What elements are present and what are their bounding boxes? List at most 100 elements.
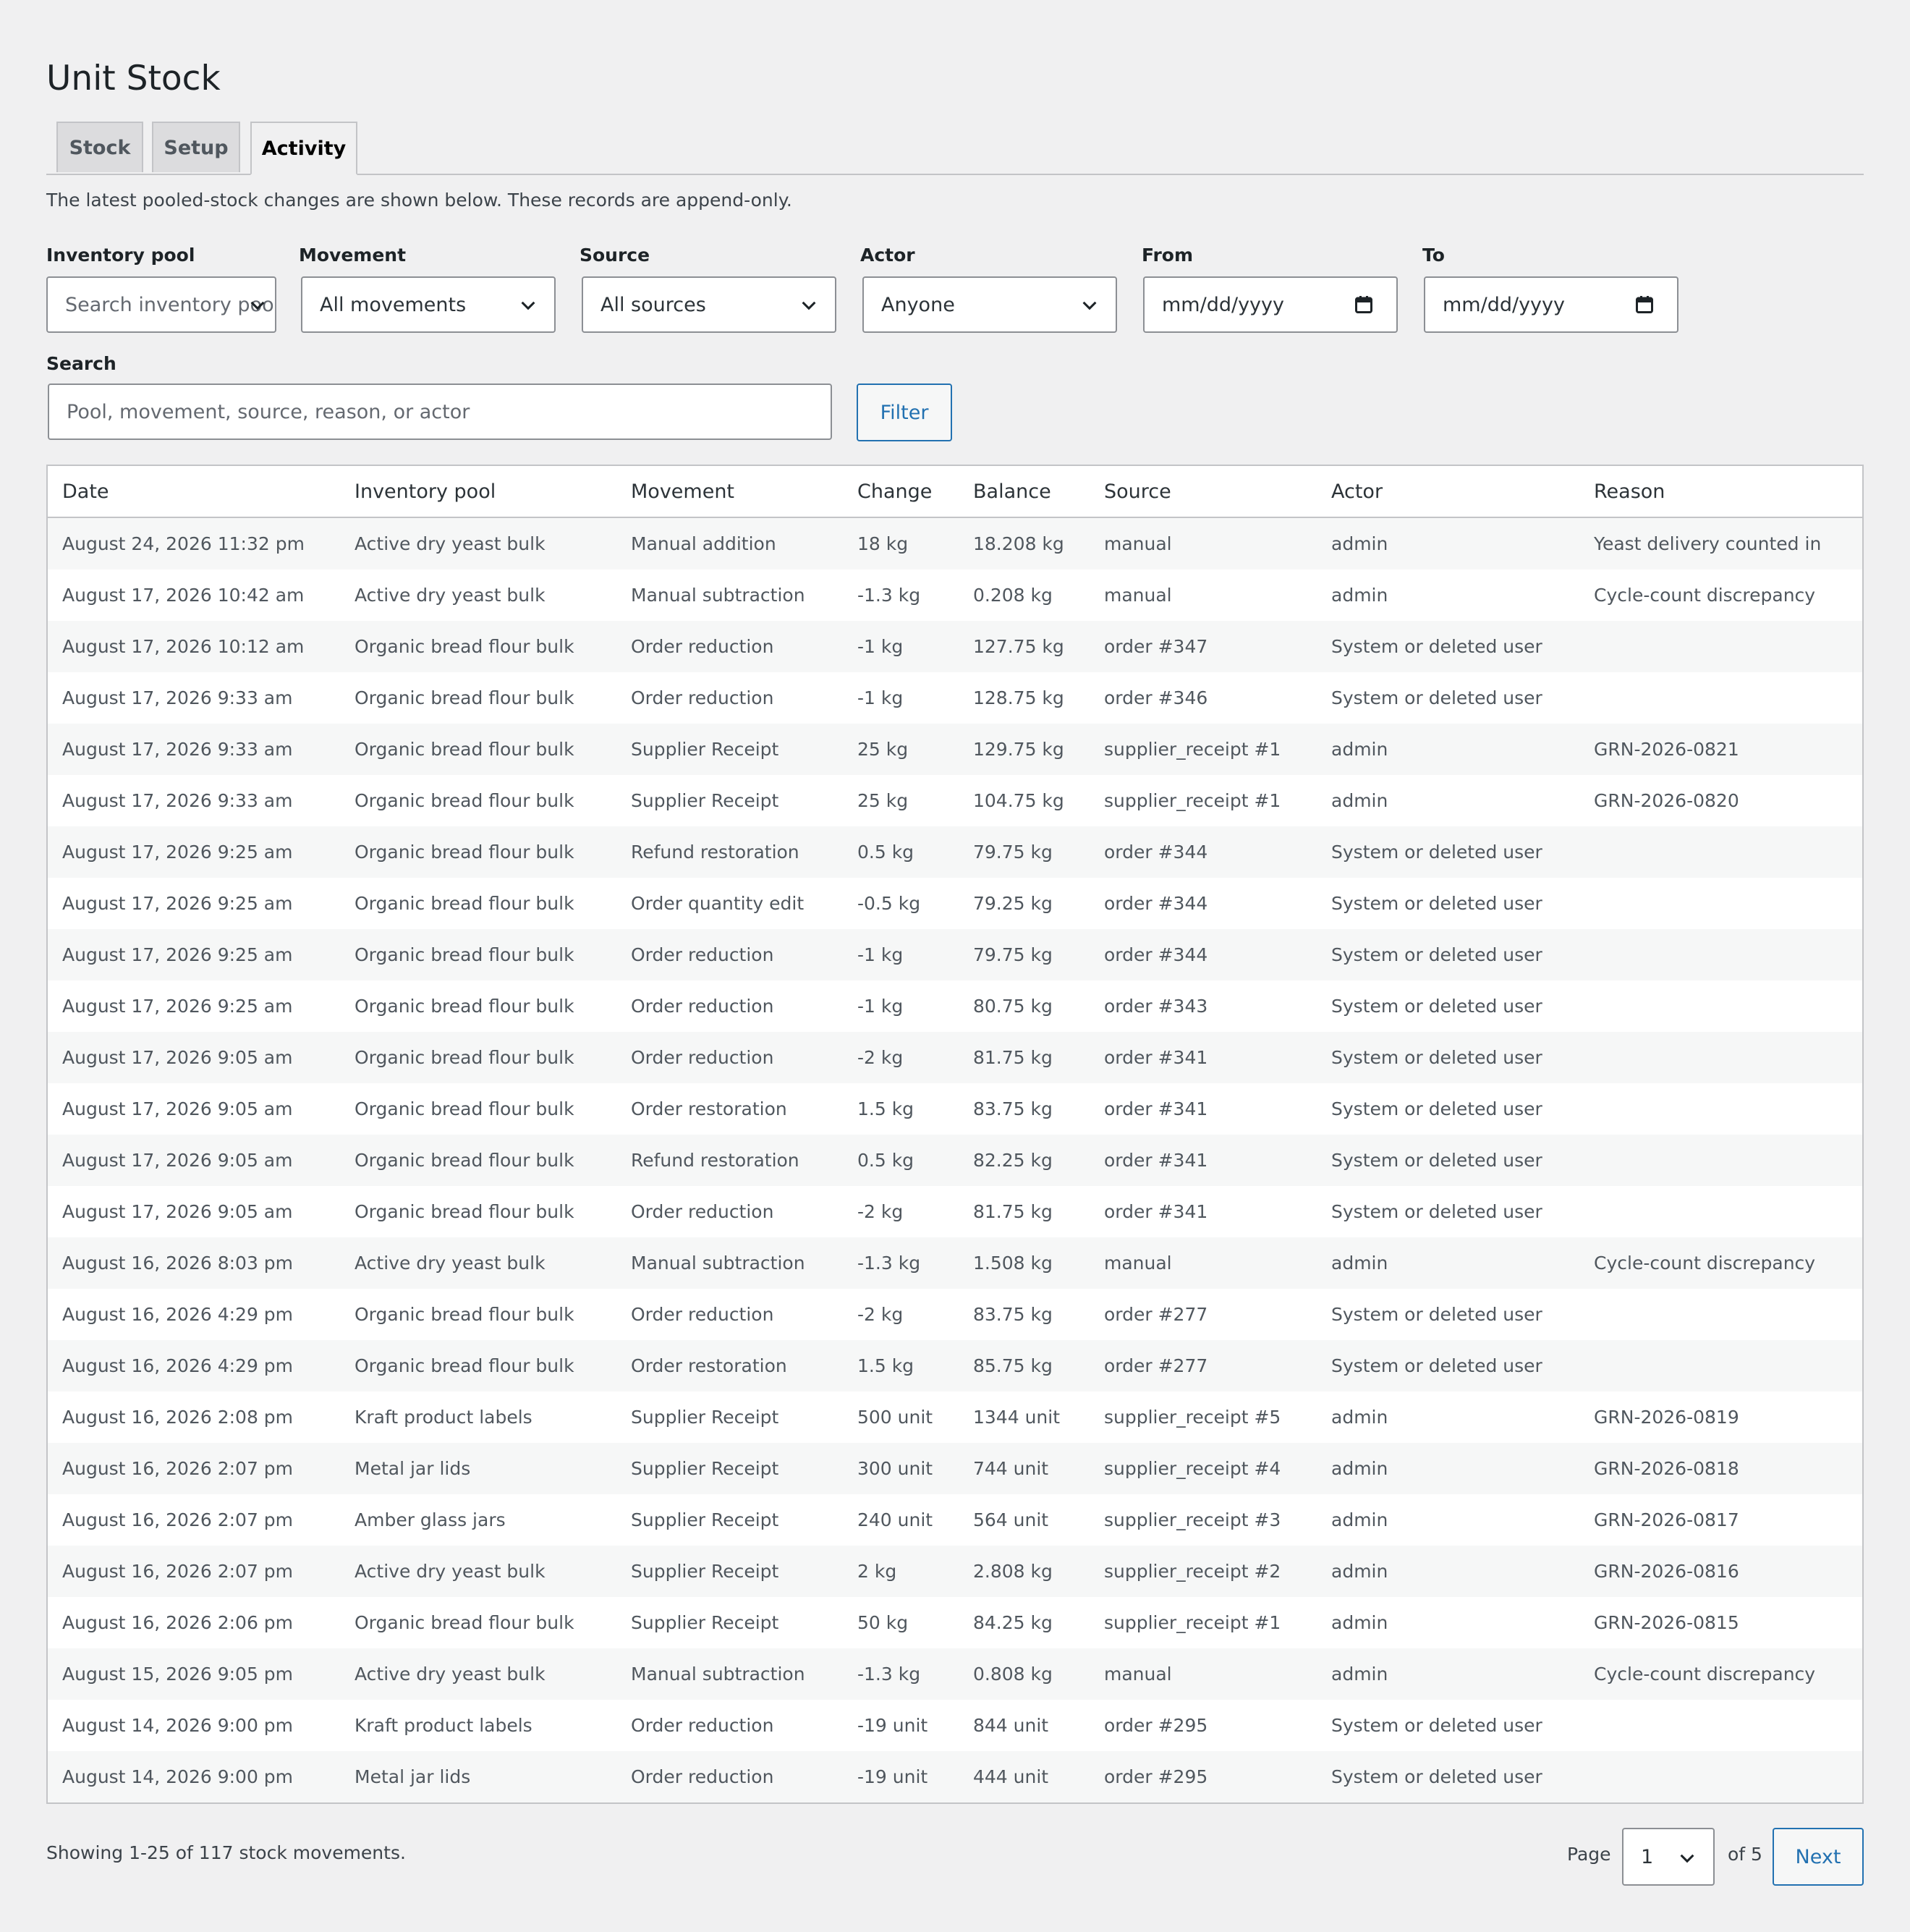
cell-source: supplier_receipt #1 [1090,724,1317,775]
chevron-down-icon [1680,1854,1694,1863]
pool-select[interactable]: Search inventory pools [46,276,276,333]
page-select[interactable]: 1 [1622,1828,1715,1886]
cell-reason [1579,1289,1862,1340]
cell-movement: Supplier Receipt [616,1597,843,1648]
cell-balance: 80.75 kg [959,980,1090,1032]
cell-change: 0.5 kg [843,1135,959,1186]
table-row: August 17, 2026 9:05 am Organic bread flo… [48,1135,1862,1186]
cell-balance: 127.75 kg [959,621,1090,672]
chevron-down-icon [521,301,535,310]
cell-balance: 84.25 kg [959,1597,1090,1648]
cell-inventory-pool: Organic bread flour bulk [340,929,616,980]
cell-source: order #341 [1090,1186,1317,1237]
chevron-down-icon [1082,301,1097,310]
table-row: August 17, 2026 9:33 am Organic bread flo… [48,775,1862,826]
cell-inventory-pool: Organic bread flour bulk [340,826,616,878]
pool-placeholder: Search inventory pools [65,293,276,316]
cell-date: August 16, 2026 4:29 pm [48,1289,340,1340]
cell-date: August 17, 2026 9:05 am [48,1135,340,1186]
cell-movement: Order reduction [616,929,843,980]
cell-balance: 129.75 kg [959,724,1090,775]
cell-balance: 104.75 kg [959,775,1090,826]
column-header-movement: Movement [616,466,843,518]
cell-movement: Order reduction [616,1751,843,1802]
cell-movement: Order reduction [616,672,843,724]
cell-actor: admin [1317,517,1579,569]
cell-reason [1579,1083,1862,1135]
cell-inventory-pool: Metal jar lids [340,1751,616,1802]
cell-actor: System or deleted user [1317,826,1579,878]
table-row: August 17, 2026 9:05 am Organic bread flo… [48,1186,1862,1237]
cell-reason: GRN-2026-0818 [1579,1443,1862,1494]
cell-date: August 16, 2026 4:29 pm [48,1340,340,1391]
cell-change: 0.5 kg [843,826,959,878]
table-header-row: Date Inventory pool Movement Change Balance S… [48,466,1862,518]
cell-actor: System or deleted user [1317,929,1579,980]
search-input[interactable]: Pool, movement, source, reason, or actor [48,384,832,440]
cell-actor: admin [1317,569,1579,621]
page-count: of 5 [1728,1844,1762,1865]
cell-source: order #346 [1090,672,1317,724]
cell-movement: Refund restoration [616,826,843,878]
cell-source: order #277 [1090,1340,1317,1391]
table-row: August 17, 2026 9:33 am Organic bread flo… [48,724,1862,775]
cell-date: August 17, 2026 10:12 am [48,621,340,672]
cell-actor: admin [1317,775,1579,826]
source-select[interactable]: All sources [582,276,836,333]
actor-value: Anyone [881,293,955,316]
cell-source: order #277 [1090,1289,1317,1340]
tab-setup[interactable]: Setup [152,122,240,172]
cell-balance: 0.208 kg [959,569,1090,621]
chevron-down-icon [250,301,265,310]
cell-balance: 83.75 kg [959,1289,1090,1340]
cell-date: August 16, 2026 2:08 pm [48,1391,340,1443]
cell-date: August 17, 2026 9:25 am [48,826,340,878]
column-header-reason: Reason [1579,466,1862,518]
cell-movement: Order reduction [616,980,843,1032]
to-date-input[interactable]: mm/dd/yyyy [1424,276,1678,333]
cell-balance: 2.808 kg [959,1546,1090,1597]
cell-change: -2 kg [843,1289,959,1340]
table-row: August 17, 2026 9:05 am Organic bread flo… [48,1083,1862,1135]
cell-date: August 15, 2026 9:05 pm [48,1648,340,1700]
calendar-icon[interactable] [1353,294,1375,315]
cell-inventory-pool: Kraft product labels [340,1391,616,1443]
filter-button[interactable]: Filter [857,384,952,441]
column-header-date: Date [48,466,340,518]
cell-source: order #341 [1090,1135,1317,1186]
from-date-input[interactable]: mm/dd/yyyy [1143,276,1398,333]
cell-balance: 128.75 kg [959,672,1090,724]
cell-source: order #341 [1090,1083,1317,1135]
cell-reason: GRN-2026-0816 [1579,1546,1862,1597]
cell-reason [1579,1186,1862,1237]
tab-activity[interactable]: Activity [250,122,357,175]
cell-movement: Order restoration [616,1083,843,1135]
actor-select[interactable]: Anyone [862,276,1117,333]
cell-actor: System or deleted user [1317,1186,1579,1237]
cell-reason [1579,1751,1862,1802]
cell-change: -1 kg [843,980,959,1032]
cell-movement: Refund restoration [616,1135,843,1186]
table-row: August 17, 2026 10:12 am Organic bread fl… [48,621,1862,672]
cell-inventory-pool: Kraft product labels [340,1700,616,1751]
cell-inventory-pool: Amber glass jars [340,1494,616,1546]
movement-select[interactable]: All movements [301,276,556,333]
next-page-button[interactable]: Next [1773,1828,1864,1886]
cell-source: order #344 [1090,878,1317,929]
cell-inventory-pool: Organic bread flour bulk [340,1597,616,1648]
tab-stock[interactable]: Stock [56,122,143,172]
calendar-icon[interactable] [1634,294,1655,315]
table-row: August 17, 2026 9:25 am Organic bread flo… [48,826,1862,878]
cell-balance: 744 unit [959,1443,1090,1494]
to-label: To [1422,245,1445,266]
cell-inventory-pool: Organic bread flour bulk [340,980,616,1032]
cell-balance: 85.75 kg [959,1340,1090,1391]
cell-reason: GRN-2026-0817 [1579,1494,1862,1546]
cell-actor: System or deleted user [1317,1032,1579,1083]
cell-date: August 17, 2026 9:33 am [48,724,340,775]
table-row: August 17, 2026 10:42 am Active dry yeast… [48,569,1862,621]
page-value: 1 [1641,1845,1654,1868]
cell-actor: System or deleted user [1317,1083,1579,1135]
movement-label: Movement [299,245,407,266]
cell-movement: Supplier Receipt [616,1443,843,1494]
